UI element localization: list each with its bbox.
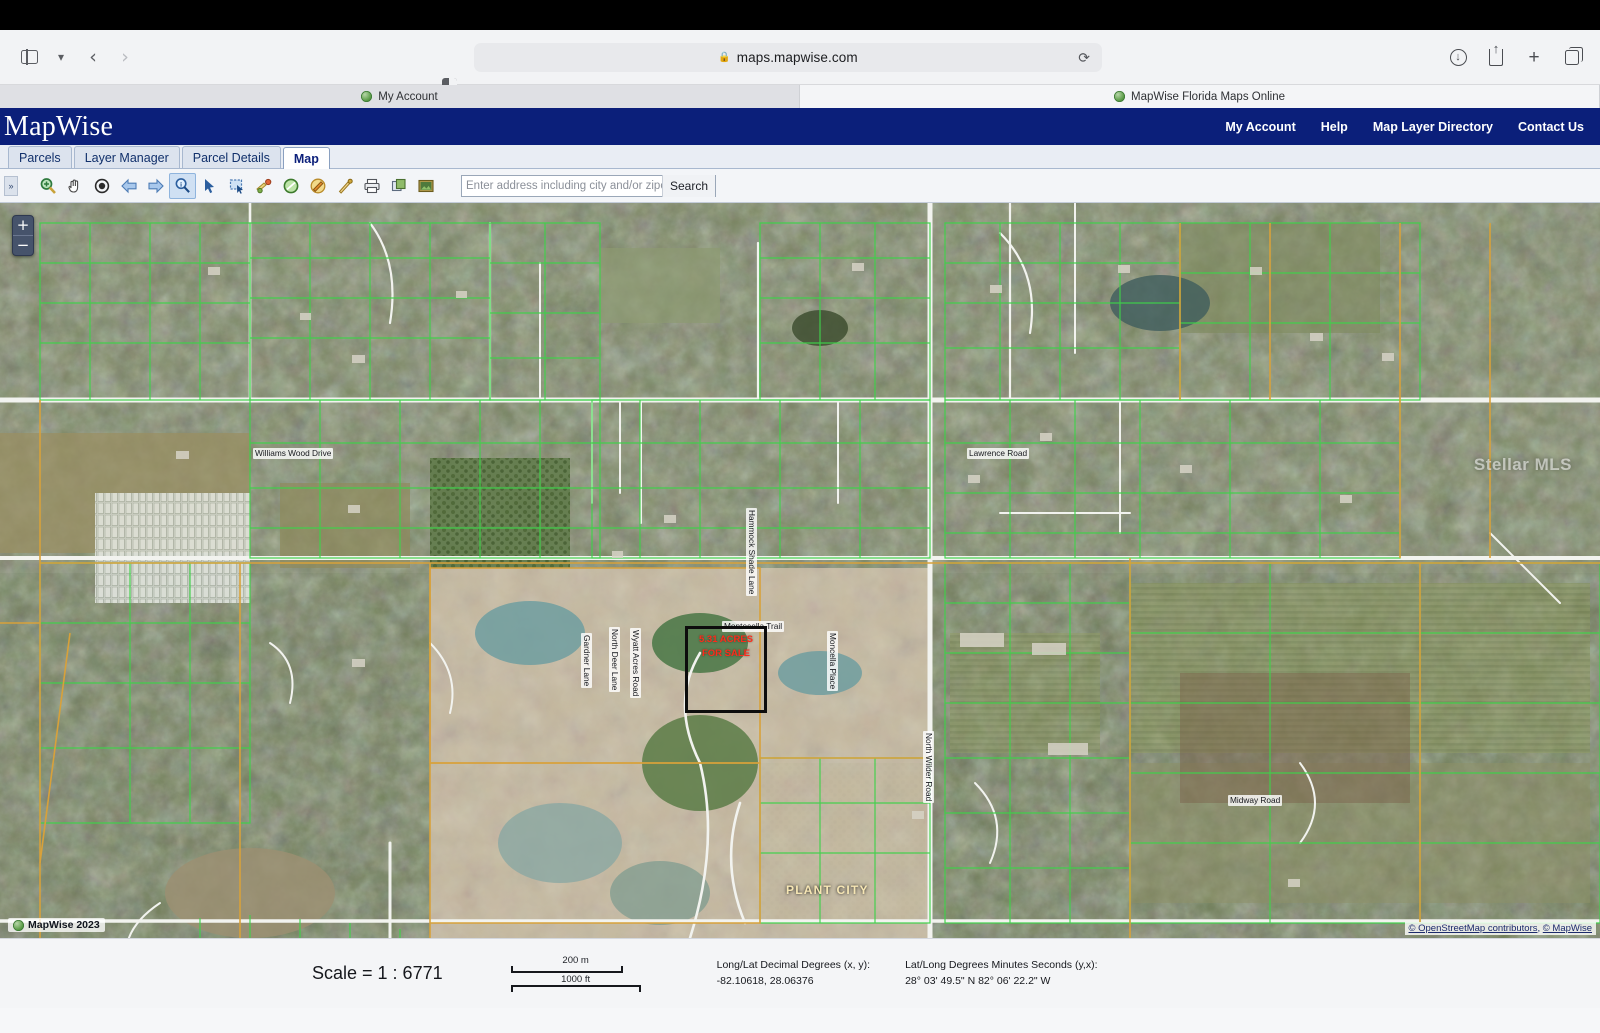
tab-parcels[interactable]: Parcels	[8, 146, 72, 168]
share-icon[interactable]	[1482, 43, 1510, 71]
dms-value: 28° 03' 49.5" N 82° 06' 22.2" W	[905, 974, 1097, 990]
scale-bar: 200 m 1000 ft	[511, 955, 641, 993]
road-label: Moncella Place	[827, 631, 838, 691]
road-label: North Deer Lane	[609, 627, 620, 692]
mapwise-copyright-text: MapWise 2023	[28, 919, 100, 931]
mapwise-favicon	[1114, 91, 1125, 102]
map-tool-group: i	[34, 173, 439, 199]
road-label: Williams Wood Drive	[253, 448, 333, 459]
browser-actions: +	[1444, 43, 1586, 71]
browser-tab-strip: My Account MapWise Florida Maps Online	[0, 85, 1600, 108]
identify-tool[interactable]: i	[169, 173, 196, 199]
window-titlebar	[0, 0, 1600, 30]
dms-block: Lat/Long Degrees Minutes Seconds (y,x): …	[905, 958, 1097, 990]
dms-title: Lat/Long Degrees Minutes Seconds (y,x):	[905, 958, 1097, 974]
browser-tab-my-account[interactable]: My Account	[0, 85, 800, 108]
site-header: MapWise My Account Help Map Layer Direct…	[0, 108, 1600, 145]
tab-layer-manager[interactable]: Layer Manager	[74, 146, 180, 168]
osm-attribution-link[interactable]: © OpenStreetMap contributors	[1409, 923, 1538, 934]
road-label: Hammock Shade Lane	[746, 508, 757, 596]
screenshot-root: ▾ ‹ › 🔒 maps.mapwise.com ⟳ + My Account …	[0, 0, 1600, 1033]
previous-extent-tool[interactable]	[115, 173, 142, 199]
map-attribution: © OpenStreetMap contributors, © MapWise	[1405, 922, 1597, 935]
map-status-bar: Scale = 1 : 6771 200 m 1000 ft Long/Lat …	[0, 938, 1600, 1008]
decimal-degrees-block: Long/Lat Decimal Degrees (x, y): -82.106…	[717, 958, 870, 990]
scale-text: Scale = 1 : 6771	[312, 963, 443, 984]
decimal-degrees-value: -82.10618, 28.06376	[717, 974, 870, 990]
search-button[interactable]: Search	[662, 175, 715, 197]
svg-text:i: i	[180, 181, 182, 188]
app-tab-bar: Parcels Layer Manager Parcel Details Map	[0, 145, 1600, 169]
next-extent-tool[interactable]	[142, 173, 169, 199]
map-toolbar: » i	[0, 169, 1600, 203]
line-tool[interactable]	[331, 173, 358, 199]
map-canvas[interactable]: + − 5.31 ACRES FOR SALE Stellar MLS PLAN…	[0, 203, 1600, 938]
stellar-mls-watermark: Stellar MLS	[1474, 455, 1572, 475]
back-arrow-icon[interactable]: ‹	[78, 43, 108, 71]
reload-icon[interactable]: ⟳	[1078, 49, 1090, 66]
tab-map[interactable]: Map	[283, 147, 330, 169]
road-label: Gardner Lane	[581, 633, 592, 688]
address-search-group: Search	[461, 175, 716, 197]
parcel-acreage: 5.31 ACRES	[683, 633, 769, 647]
zoom-in-tool[interactable]	[34, 173, 61, 199]
road-label: Lawrence Road	[967, 448, 1029, 459]
sidebar-toggle-icon[interactable]	[14, 43, 44, 71]
browser-nav-controls: ▾ ‹ ›	[0, 43, 140, 71]
address-bar[interactable]: 🔒 maps.mapwise.com ⟳	[474, 43, 1102, 72]
tab-parcel-details[interactable]: Parcel Details	[182, 146, 281, 168]
markup-tool[interactable]	[304, 173, 331, 199]
browser-tab-title: MapWise Florida Maps Online	[1131, 91, 1285, 103]
scale-bar-feet-bracket	[511, 985, 641, 992]
site-nav: My Account Help Map Layer Directory Cont…	[1225, 120, 1600, 134]
nav-map-layer-directory[interactable]: Map Layer Directory	[1373, 120, 1493, 134]
print-tool[interactable]	[358, 173, 385, 199]
road-label: Midway Road	[1228, 795, 1282, 806]
aerial-imagery	[0, 203, 1600, 938]
chevron-down-icon[interactable]: ▾	[46, 43, 76, 71]
tab-overview-icon[interactable]	[1558, 43, 1586, 71]
map-zoom-control: + −	[12, 215, 34, 256]
forward-arrow-icon[interactable]: ›	[110, 43, 140, 71]
road-label: North Wilder Road	[923, 731, 934, 803]
mapwise-attribution-link[interactable]: © MapWise	[1543, 923, 1592, 934]
draw-circle-tool[interactable]	[277, 173, 304, 199]
address-bar-url: maps.mapwise.com	[737, 50, 858, 65]
search-input[interactable]	[466, 176, 662, 196]
zoom-in-button[interactable]: +	[13, 216, 33, 235]
mapwise-page: MapWise My Account Help Map Layer Direct…	[0, 108, 1600, 1033]
decimal-degrees-title: Long/Lat Decimal Degrees (x, y):	[717, 958, 870, 974]
zoom-out-button[interactable]: −	[13, 236, 33, 255]
export-image-tool[interactable]	[412, 173, 439, 199]
scale-bar-meters-bracket	[511, 966, 623, 973]
center-tool[interactable]	[88, 173, 115, 199]
select-box-tool[interactable]	[223, 173, 250, 199]
select-tool[interactable]	[196, 173, 223, 199]
scale-bar-meters-label: 200 m	[511, 955, 641, 966]
download-icon[interactable]	[1444, 43, 1472, 71]
nav-contact-us[interactable]: Contact Us	[1518, 120, 1584, 134]
pan-tool[interactable]	[61, 173, 88, 199]
mapwise-favicon	[361, 91, 372, 102]
selected-parcel-label: 5.31 ACRES FOR SALE	[683, 633, 769, 661]
scale-bar-feet-label: 1000 ft	[511, 974, 641, 985]
city-label: PLANT CITY	[786, 883, 869, 897]
nav-my-account[interactable]: My Account	[1225, 120, 1295, 134]
plus-icon[interactable]: +	[1520, 43, 1548, 71]
measure-tool[interactable]	[250, 173, 277, 199]
browser-tab-mapwise[interactable]: MapWise Florida Maps Online	[800, 85, 1600, 108]
chevron-double-right-icon[interactable]: »	[4, 176, 18, 196]
mapwise-favicon	[13, 920, 24, 931]
parcel-status: FOR SALE	[683, 647, 769, 661]
browser-tab-title: My Account	[378, 91, 437, 103]
nav-help[interactable]: Help	[1321, 120, 1348, 134]
lock-icon: 🔒	[718, 52, 730, 63]
mapwise-copyright: MapWise 2023	[8, 918, 105, 932]
road-label: Wyatt Acres Road	[630, 628, 641, 698]
copy-map-tool[interactable]	[385, 173, 412, 199]
mapwise-logo[interactable]: MapWise	[0, 113, 113, 141]
